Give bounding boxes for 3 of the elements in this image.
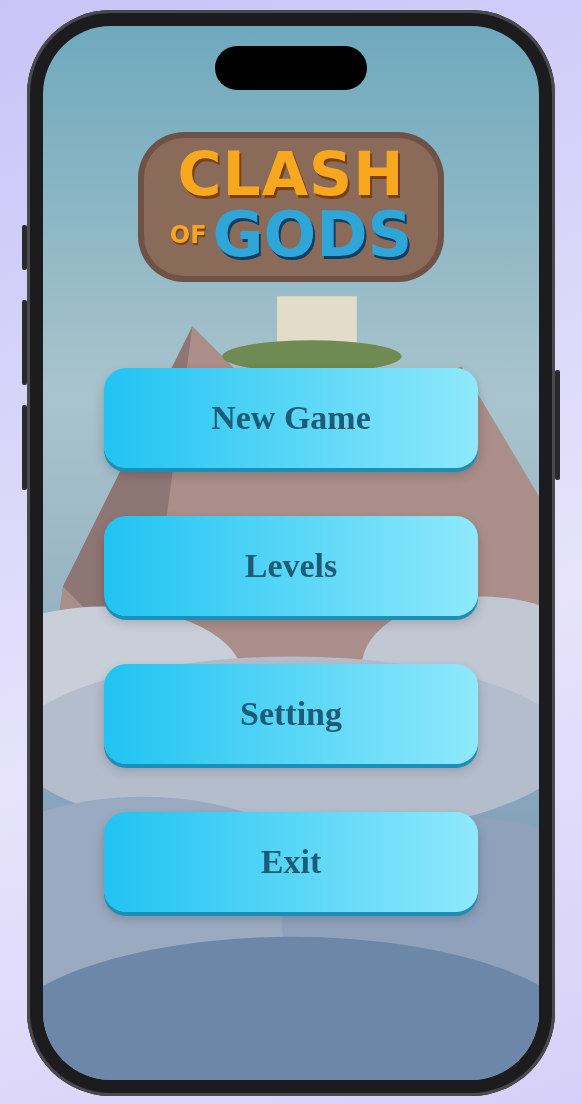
logo-title: CLASH xyxy=(177,144,405,204)
logo-subtitle: OF xyxy=(169,221,207,249)
logo-title: GODS xyxy=(212,204,413,266)
